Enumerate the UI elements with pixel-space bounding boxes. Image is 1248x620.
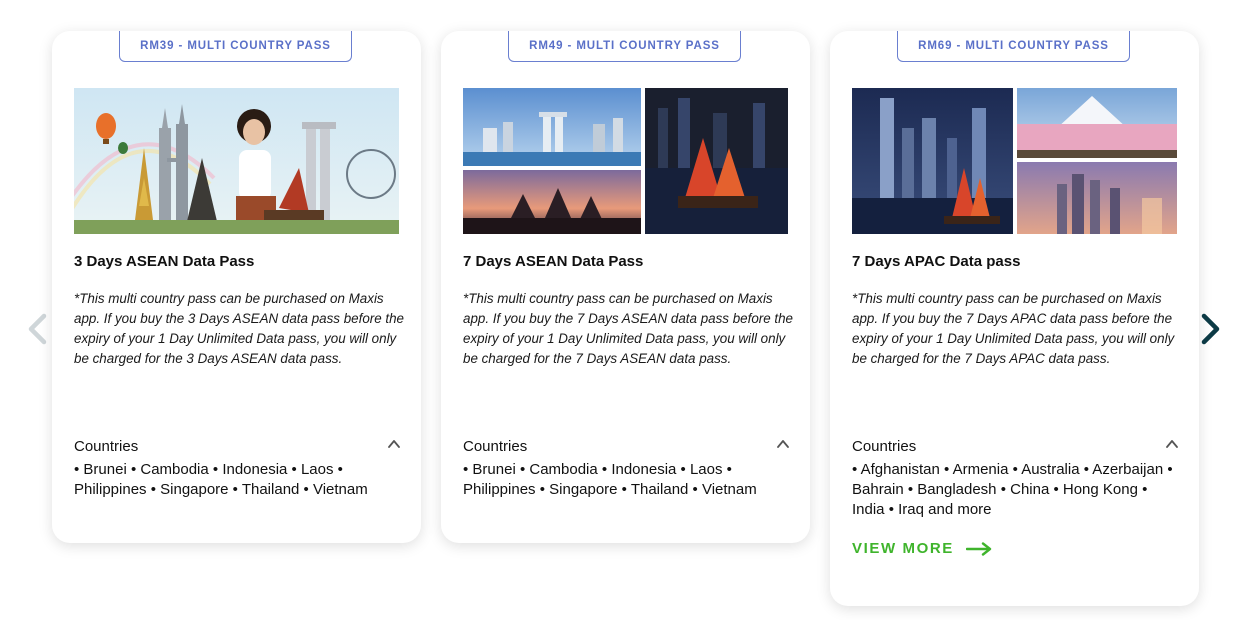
collapse-toggle-button[interactable] — [1165, 437, 1179, 451]
arrow-right-icon — [965, 541, 992, 556]
countries-label: Countries — [74, 438, 139, 455]
chevron-up-icon — [1166, 440, 1178, 448]
chevron-left-icon — [28, 313, 47, 345]
carousel-prev-button[interactable] — [25, 312, 49, 346]
pass-card-rm49: RM49 - MULTI COUNTRY PASS 7 Days ASEAN D… — [441, 31, 810, 543]
collapse-toggle-button[interactable] — [387, 437, 401, 451]
card-title: 3 Days ASEAN Data Pass — [74, 253, 255, 270]
price-badge: RM69 - MULTI COUNTRY PASS — [897, 31, 1130, 62]
chevron-up-icon — [388, 440, 400, 448]
countries-list: • Brunei • Cambodia • Indonesia • Laos •… — [74, 461, 368, 498]
card-note: *This multi country pass can be purchase… — [74, 291, 405, 366]
card-note: *This multi country pass can be purchase… — [852, 291, 1175, 366]
price-badge: RM39 - MULTI COUNTRY PASS — [119, 31, 352, 62]
card-title: 7 Days ASEAN Data Pass — [463, 253, 644, 270]
asean-collage-image — [463, 88, 788, 234]
price-badge: RM49 - MULTI COUNTRY PASS — [508, 31, 741, 62]
collapse-toggle-button[interactable] — [776, 437, 790, 451]
card-title: 7 Days APAC Data pass — [852, 253, 1021, 270]
countries-list: • Brunei • Cambodia • Indonesia • Laos •… — [463, 461, 757, 498]
countries-label: Countries — [852, 438, 917, 455]
countries-list: • Afghanistan • Armenia • Australia • Az… — [852, 461, 1173, 518]
card-note: *This multi country pass can be purchase… — [463, 291, 794, 366]
apac-collage-image — [852, 88, 1177, 234]
pass-card-rm39: RM39 - MULTI COUNTRY PASS 3 Days ASEAN D… — [52, 31, 421, 543]
countries-label: Countries — [463, 438, 528, 455]
chevron-right-icon — [1201, 313, 1220, 345]
chevron-up-icon — [777, 440, 789, 448]
asean-collage-image — [74, 88, 399, 234]
carousel-next-button[interactable] — [1199, 312, 1223, 346]
view-more-label: VIEW MORE — [852, 540, 954, 557]
view-more-link[interactable]: VIEW MORE — [852, 540, 992, 557]
pass-card-rm69: RM69 - MULTI COUNTRY PASS 7 Days APAC Da… — [830, 31, 1199, 606]
